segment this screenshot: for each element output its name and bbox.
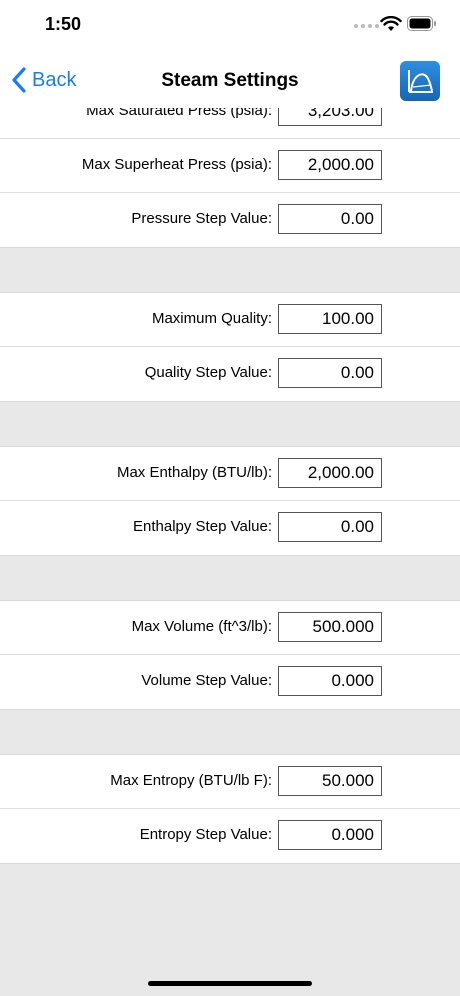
- setting-label: Max Enthalpy (BTU/lb):: [116, 464, 272, 481]
- entropy-section: Max Entropy (BTU/lb F): Entropy Step Val…: [0, 754, 460, 864]
- setting-label: Enthalpy Step Value:: [133, 518, 272, 535]
- enthalpy-section: Max Enthalpy (BTU/lb): Enthalpy Step Val…: [0, 446, 460, 556]
- enthalpy-step-field[interactable]: [278, 512, 382, 542]
- entropy-step-field[interactable]: [278, 820, 382, 850]
- setting-label: Max Entropy (BTU/lb F):: [110, 772, 272, 789]
- list-item: Max Superheat Press (psia):: [0, 139, 460, 193]
- list-item: Max Entropy (BTU/lb F):: [0, 755, 460, 809]
- setting-label: Maximum Quality:: [151, 310, 272, 327]
- navigation-bar: Back Steam Settings: [0, 52, 460, 108]
- list-item: Pressure Step Value:: [0, 193, 460, 247]
- section-divider: [0, 402, 460, 446]
- quality-step-field[interactable]: [278, 358, 382, 388]
- list-item: Max Saturated Press (psia):: [0, 108, 460, 139]
- list-item: Entropy Step Value:: [0, 809, 460, 863]
- page-title: Steam Settings: [161, 70, 299, 91]
- section-divider: [0, 248, 460, 292]
- status-bar: 1:50: [0, 0, 460, 52]
- section-divider: [0, 710, 460, 754]
- setting-label: Max Superheat Press (psia):: [81, 156, 272, 173]
- pressure-section: Max Saturated Press (psia): Max Superhea…: [0, 108, 460, 248]
- max-entropy-field[interactable]: [278, 766, 382, 796]
- pressure-step-field[interactable]: [278, 204, 382, 234]
- volume-section: Max Volume (ft^3/lb): Volume Step Value:: [0, 600, 460, 710]
- list-item: Volume Step Value:: [0, 655, 460, 709]
- setting-label: Volume Step Value:: [141, 672, 272, 689]
- wifi-icon: [380, 16, 402, 31]
- list-item: Enthalpy Step Value:: [0, 501, 460, 555]
- setting-label: Max Saturated Press (psia):: [86, 108, 272, 119]
- list-item: Quality Step Value:: [0, 347, 460, 401]
- home-indicator[interactable]: [148, 981, 312, 986]
- setting-label: Entropy Step Value:: [139, 826, 272, 843]
- section-divider: [0, 556, 460, 600]
- setting-label: Quality Step Value:: [144, 364, 272, 381]
- list-item: Max Volume (ft^3/lb):: [0, 601, 460, 655]
- steam-chart-icon[interactable]: [400, 61, 440, 101]
- settings-list[interactable]: Max Saturated Press (psia): Max Superhea…: [0, 108, 460, 996]
- setting-label: Max Volume (ft^3/lb):: [131, 618, 272, 635]
- max-enthalpy-field[interactable]: [278, 458, 382, 488]
- maximum-quality-field[interactable]: [278, 304, 382, 334]
- setting-label: Pressure Step Value:: [131, 210, 272, 227]
- list-item: Max Enthalpy (BTU/lb):: [0, 447, 460, 501]
- volume-step-field[interactable]: [278, 666, 382, 696]
- signal-icon: [354, 24, 379, 28]
- max-saturated-press-field[interactable]: [278, 108, 382, 126]
- quality-section: Maximum Quality: Quality Step Value:: [0, 292, 460, 402]
- status-time: 1:50: [45, 14, 82, 34]
- max-volume-field[interactable]: [278, 612, 382, 642]
- battery-icon: [407, 16, 436, 31]
- max-superheat-press-field[interactable]: [278, 150, 382, 180]
- list-item: Maximum Quality:: [0, 293, 460, 347]
